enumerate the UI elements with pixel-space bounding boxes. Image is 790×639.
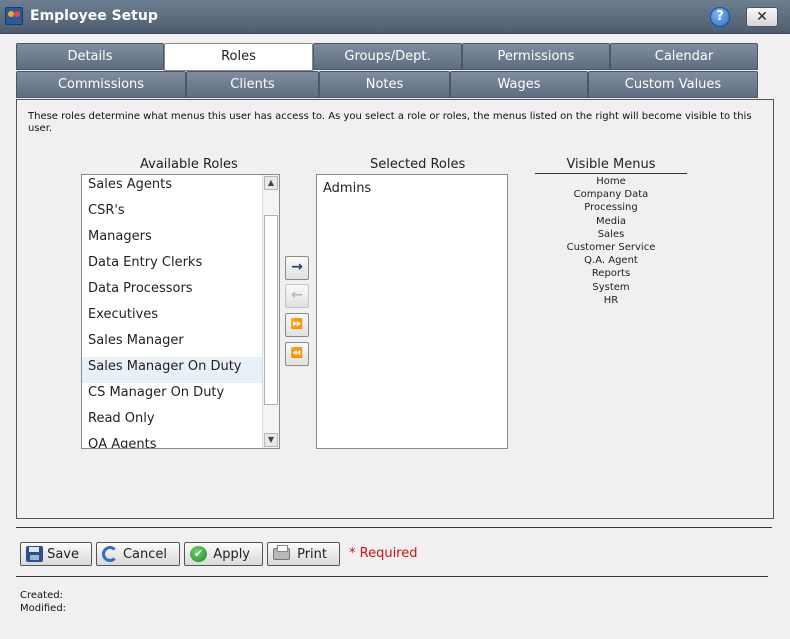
scroll-down-icon[interactable]: ▼ [264,433,278,447]
menu-item: Media [595,215,627,227]
printer-icon [273,545,290,560]
remove-all-roles-button[interactable]: ⏪ [285,342,309,366]
tab-permissions[interactable]: Permissions [462,43,610,70]
cancel-label: Cancel [122,547,167,562]
print-label: Print [297,547,327,562]
list-item[interactable]: Sales Manager On Duty [82,357,262,383]
list-item[interactable]: Data Processors [82,279,262,305]
checkmark-icon: ✔ [190,546,207,562]
list-item[interactable]: Read Only [82,409,262,435]
add-role-button[interactable]: → [285,256,309,280]
list-item[interactable]: Admins [317,179,507,205]
menu-item: Reports [591,268,631,280]
list-item[interactable]: CSR's [82,201,262,227]
tab-wages[interactable]: Wages [450,71,588,98]
apply-button[interactable]: ✔ Apply [184,542,263,566]
menu-item: Customer Service [566,241,656,253]
scroll-up-icon[interactable]: ▲ [264,176,278,190]
visible-menus-label: Visible Menus [535,157,687,174]
modified-label: Modified: [20,603,67,614]
tab-groups-dept[interactable]: Groups/Dept. [313,43,462,70]
menu-item: Q.A. Agent [584,255,638,267]
tab-custom-values[interactable]: Custom Values [588,71,758,98]
tab-details[interactable]: Details [16,43,164,70]
scroll-thumb[interactable] [264,215,278,405]
tab-notes[interactable]: Notes [319,71,450,98]
undo-icon [102,546,118,562]
created-label: Created: [20,590,63,601]
save-label: Save [47,547,79,562]
save-button[interactable]: Save [20,542,92,566]
list-item[interactable]: QA Agents [82,435,262,448]
list-item[interactable]: Managers [82,227,262,253]
tab-roles[interactable]: Roles [164,43,313,71]
tab-calendar[interactable]: Calendar [610,43,758,70]
add-all-roles-button[interactable]: ⏩ [285,313,309,337]
cancel-button[interactable]: Cancel [96,542,180,566]
menu-item: Sales [597,228,625,240]
help-icon[interactable]: ? [710,7,730,27]
selected-roles-list[interactable]: Admins [316,174,508,449]
app-logo-icon [5,7,23,25]
list-item[interactable]: Sales Manager [82,331,262,357]
menu-item: Company Data [573,189,649,201]
menu-item: HR [603,294,619,306]
divider-top [16,527,772,528]
apply-label: Apply [213,547,250,562]
list-item[interactable]: Executives [82,305,262,331]
window-title: Employee Setup [30,8,158,24]
available-roles-list[interactable]: Sales Agents CSR's Managers Data Entry C… [81,174,280,449]
selected-roles-label: Selected Roles [370,157,466,172]
available-roles-label: Available Roles [140,157,238,172]
tab-row-1: Details Roles Groups/Dept. Permissions C… [16,43,758,71]
save-icon [26,546,43,562]
roles-panel: These roles determine what menus this us… [16,99,774,519]
list-item[interactable]: Sales Agents [82,175,262,201]
tab-commissions[interactable]: Commissions [16,71,186,98]
list-item[interactable]: Data Entry Clerks [82,253,262,279]
close-button[interactable]: ✕ [746,7,778,27]
print-button[interactable]: Print [267,542,340,566]
remove-role-button[interactable]: ← [285,284,309,308]
visible-menus-list: Home Company Data Processing Media Sales… [535,175,687,307]
menu-item: System [592,281,630,293]
menu-item: Processing [584,202,638,214]
available-roles-scrollbar[interactable]: ▲ ▼ [262,175,279,448]
divider-bottom [16,576,768,577]
menu-item: Home [596,176,626,187]
tab-row-2: Commissions Clients Notes Wages Custom V… [16,71,758,98]
tab-clients[interactable]: Clients [186,71,319,98]
required-note: * Required [349,546,418,561]
roles-description: These roles determine what menus this us… [28,111,752,134]
list-item[interactable]: CS Manager On Duty [82,383,262,409]
title-bar: Employee Setup ? ✕ [0,0,790,34]
